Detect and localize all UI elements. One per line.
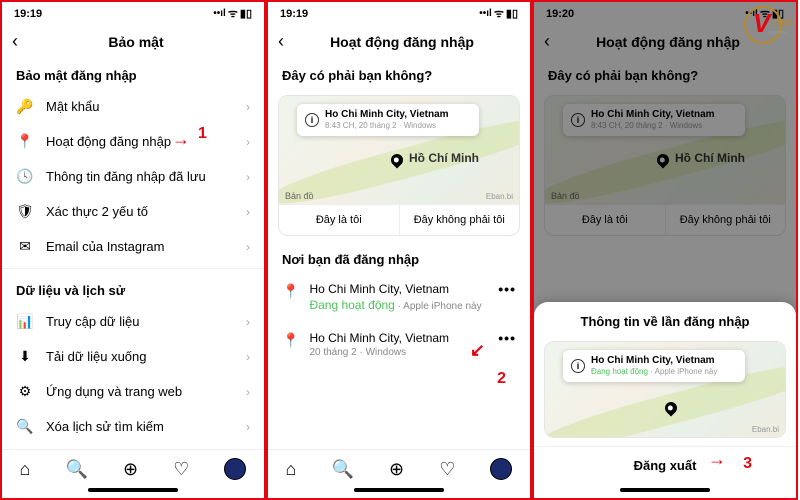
row-login-activity[interactable]: 📍 Hoạt động đăng nhập › [2, 124, 264, 159]
chevron-right-icon: › [246, 350, 250, 364]
add-icon[interactable]: ⊕ [123, 459, 138, 480]
chevron-right-icon: › [246, 240, 250, 254]
annotation-2: 2 [497, 370, 506, 388]
tooltip-location: Ho Chi Minh City, Vietnam [591, 355, 717, 367]
home-indicator [354, 488, 444, 492]
screen-security: 19:19 ••ılᯤ▮▯ ‹ Bảo mật Bảo mật đăng nhậ… [0, 0, 266, 500]
session-location: Ho Chi Minh City, Vietnam [309, 330, 488, 346]
bottom-nav: ⌂ 🔍 ⊕ ♡ [2, 449, 264, 484]
info-icon: i [571, 359, 585, 373]
map[interactable]: i Ho Chi Minh City, Vietnam Đang hoạt độ… [545, 342, 785, 437]
page-title: Bảo mật [18, 34, 254, 50]
chevron-right-icon: › [246, 420, 250, 434]
bottom-nav: ⌂ 🔍 ⊕ ♡ [268, 449, 530, 484]
tooltip-location: Ho Chi Minh City, Vietnam [325, 109, 449, 121]
status-icons: ••ılᯤ▮▯ [213, 6, 252, 21]
row-access-data[interactable]: 📊 Truy cập dữ liệu › [2, 304, 264, 339]
section-where-logged-in: Nơi bạn đã đăng nhập [268, 242, 530, 273]
chevron-right-icon: › [246, 385, 250, 399]
header: ‹ Hoạt động đăng nhập [268, 25, 530, 58]
divider [2, 268, 264, 269]
search-icon[interactable]: 🔍 [66, 459, 88, 480]
mail-icon: ✉ [16, 238, 34, 255]
more-options-button[interactable]: ••• [498, 281, 516, 297]
row-password[interactable]: 🔑 Mật khẩu › [2, 89, 264, 124]
row-apps-websites[interactable]: ⚙ Ứng dụng và trang web › [2, 374, 264, 409]
login-details-sheet: Thông tin về lần đăng nhập i Ho Chi Minh… [534, 302, 796, 498]
info-icon: i [305, 113, 319, 127]
shield-icon: 🛡 [16, 203, 34, 220]
chevron-right-icon: › [246, 135, 250, 149]
status-time: 19:19 [14, 8, 42, 20]
sheet-tooltip: i Ho Chi Minh City, Vietnam Đang hoạt độ… [563, 350, 745, 382]
sheet-title: Thông tin về lần đăng nhập [534, 302, 796, 337]
clock-icon: 🕓 [16, 168, 34, 185]
location-icon: 📍 [16, 133, 34, 150]
logout-button[interactable]: Đăng xuất [534, 446, 796, 484]
screen-login-activity: 19:19 ••ılᯤ▮▯ ‹ Hoạt động đăng nhập Đây … [266, 0, 532, 500]
add-icon[interactable]: ⊕ [389, 459, 404, 480]
row-two-factor[interactable]: 🛡 Xác thực 2 yếu tố › [2, 194, 264, 229]
login-session-item: 📍 Ho Chi Minh City, Vietnam 20 tháng 2 ·… [268, 322, 530, 368]
this-is-me-button[interactable]: Đây là tôi [279, 205, 400, 235]
chevron-right-icon: › [246, 100, 250, 114]
section-login-security: Bảo mật đăng nhập [2, 58, 264, 89]
home-icon[interactable]: ⌂ [20, 459, 31, 480]
section-data-history: Dữ liệu và lịch sử [2, 273, 264, 304]
chart-icon: 📊 [16, 313, 34, 330]
heart-icon[interactable]: ♡ [439, 459, 455, 480]
confirm-buttons: Đây là tôi Đây không phải tôi [279, 204, 519, 235]
heart-icon[interactable]: ♡ [173, 459, 189, 480]
row-download-data[interactable]: ⬇ Tải dữ liệu xuống › [2, 339, 264, 374]
chevron-right-icon: › [246, 315, 250, 329]
sheet-map-card: i Ho Chi Minh City, Vietnam Đang hoạt độ… [544, 341, 786, 438]
map-credit: Eban.bi [752, 425, 779, 434]
login-session-item: 📍 Ho Chi Minh City, Vietnam Đang hoạt độ… [268, 273, 530, 322]
home-indicator [620, 488, 710, 492]
status-bar: 19:19 ••ılᯤ▮▯ [2, 2, 264, 25]
map-attribution: Bản đồ [285, 191, 314, 201]
page-title: Hoạt động đăng nhập [284, 34, 520, 50]
status-time: 19:19 [280, 8, 308, 20]
location-icon: 📍 [282, 283, 299, 300]
chevron-right-icon: › [246, 205, 250, 219]
home-indicator [88, 488, 178, 492]
not-me-button[interactable]: Đây không phải tôi [400, 205, 520, 235]
location-icon: 📍 [282, 332, 299, 349]
profile-avatar[interactable] [224, 458, 246, 480]
home-icon[interactable]: ⌂ [286, 459, 297, 480]
session-meta: 20 tháng 2 · Windows [309, 346, 488, 360]
header: ‹ Bảo mật [2, 25, 264, 58]
profile-avatar[interactable] [490, 458, 512, 480]
session-active: Đang hoạt động [309, 298, 394, 312]
more-options-button[interactable]: ••• [498, 330, 516, 346]
status-bar: 19:19 ••ılᯤ▮▯ [268, 2, 530, 25]
search-icon[interactable]: 🔍 [332, 459, 354, 480]
map-card: i Ho Chi Minh City, Vietnam 8:43 CH, 20 … [278, 95, 520, 236]
screen-login-details: 19:20 ••ılᯤ▮▯ ‹ Hoạt động đăng nhập Đây … [532, 0, 798, 500]
map-tooltip: i Ho Chi Minh City, Vietnam 8:43 CH, 20 … [297, 104, 479, 136]
gear-icon: ⚙ [16, 383, 34, 400]
row-saved-login[interactable]: 🕓 Thông tin đăng nhập đã lưu › [2, 159, 264, 194]
row-instagram-email[interactable]: ✉ Email của Instagram › [2, 229, 264, 264]
key-icon: 🔑 [16, 98, 34, 115]
session-location: Ho Chi Minh City, Vietnam [309, 281, 488, 297]
map-credit: Eban.bi [486, 192, 513, 201]
chevron-right-icon: › [246, 170, 250, 184]
download-icon: ⬇ [16, 348, 34, 365]
tooltip-meta: 8:43 CH, 20 tháng 2 · Windows [325, 121, 449, 131]
search-icon: 🔍 [16, 418, 34, 435]
status-icons: ••ılᯤ▮▯ [479, 6, 518, 21]
map-city-label: Hồ Chí Minh [409, 151, 479, 165]
question-heading: Đây có phải bạn không? [268, 58, 530, 89]
row-clear-search[interactable]: 🔍 Xóa lịch sử tìm kiếm › [2, 409, 264, 444]
map[interactable]: i Ho Chi Minh City, Vietnam 8:43 CH, 20 … [279, 96, 519, 204]
